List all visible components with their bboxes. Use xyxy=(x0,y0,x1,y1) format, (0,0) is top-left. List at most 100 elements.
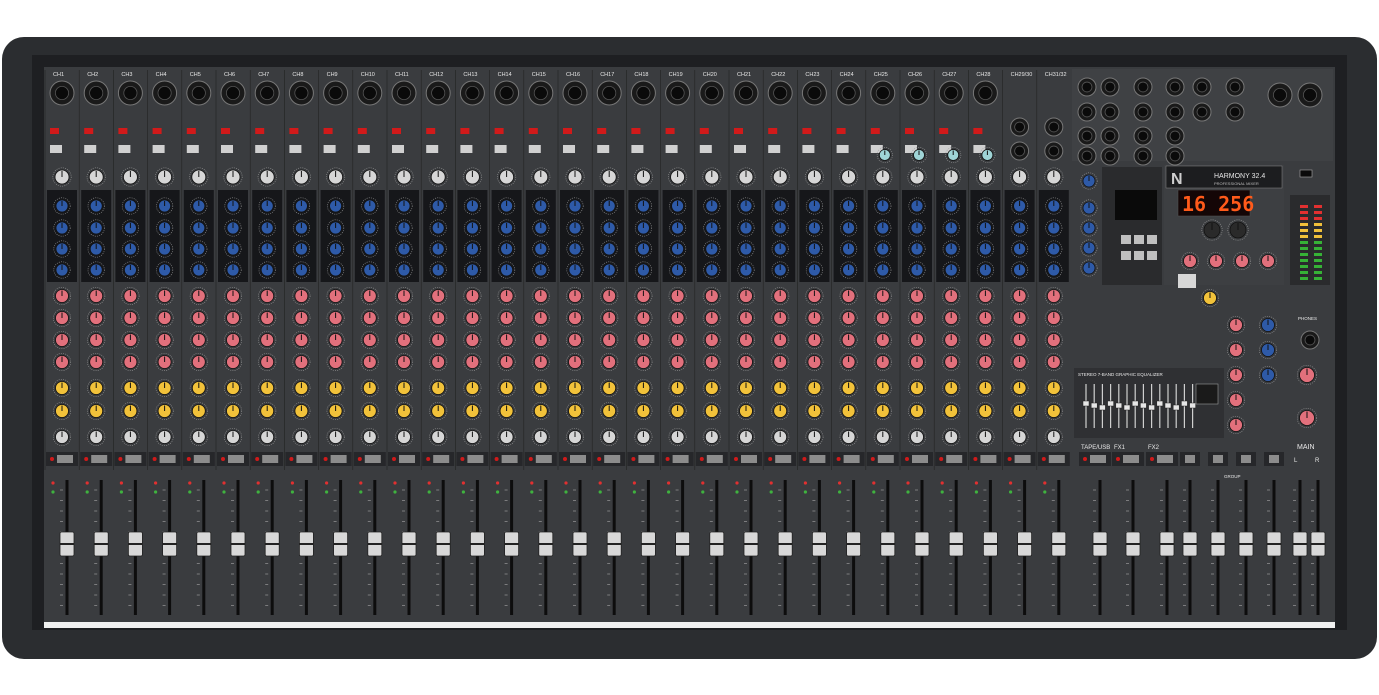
geq-slider[interactable] xyxy=(1148,404,1155,411)
io-jack[interactable] xyxy=(1165,77,1185,97)
mute-button[interactable] xyxy=(1048,455,1065,463)
io-jack[interactable] xyxy=(1225,77,1245,97)
geq-slider[interactable] xyxy=(1156,400,1164,407)
mute-button[interactable] xyxy=(912,455,928,463)
group-assign-button[interactable] xyxy=(1185,455,1195,463)
xlr-combo-input-jack[interactable] xyxy=(904,80,930,106)
mute-button[interactable] xyxy=(330,455,347,463)
mute-button[interactable] xyxy=(843,455,860,463)
xlr-combo-input-jack[interactable] xyxy=(220,80,246,106)
xlr-combo-input-jack[interactable] xyxy=(459,80,485,106)
io-jack[interactable] xyxy=(1077,126,1097,146)
line-input-left-jack[interactable] xyxy=(1010,117,1030,137)
xlr-combo-input-jack[interactable] xyxy=(836,80,862,106)
geq-slider[interactable] xyxy=(1131,400,1139,407)
mute-button[interactable] xyxy=(980,455,997,463)
geq-slider[interactable] xyxy=(1140,402,1147,409)
hpf-switch[interactable] xyxy=(84,145,97,153)
mute-button[interactable] xyxy=(706,455,723,463)
hpf-switch[interactable] xyxy=(392,145,404,153)
mute-button[interactable] xyxy=(809,455,826,463)
geq-slider[interactable] xyxy=(1107,400,1114,407)
xlr-combo-input-jack[interactable] xyxy=(425,80,451,106)
hpf-switch[interactable] xyxy=(734,145,746,153)
mute-button[interactable] xyxy=(125,455,142,463)
xlr-combo-input-jack[interactable] xyxy=(186,80,212,106)
xlr-combo-input-jack[interactable] xyxy=(801,80,827,106)
hpf-switch[interactable] xyxy=(426,145,439,153)
xlr-combo-input-jack[interactable] xyxy=(152,80,178,106)
geq-slider[interactable] xyxy=(1189,402,1196,409)
xlr-output-right-jack[interactable] xyxy=(1297,82,1323,108)
mute-button[interactable] xyxy=(399,455,415,463)
io-jack[interactable] xyxy=(1133,102,1153,122)
mute-button[interactable] xyxy=(1123,455,1139,463)
mute-button[interactable] xyxy=(159,455,176,463)
xlr-combo-input-jack[interactable] xyxy=(562,80,588,106)
geq-bypass-button[interactable] xyxy=(1195,383,1219,405)
xlr-output-left-jack[interactable] xyxy=(1267,82,1293,108)
hpf-switch[interactable] xyxy=(768,145,781,153)
mute-button[interactable] xyxy=(877,455,894,463)
mute-button[interactable] xyxy=(570,455,586,463)
geq-slider[interactable] xyxy=(1181,400,1188,407)
xlr-combo-input-jack[interactable] xyxy=(83,80,109,106)
hpf-switch[interactable] xyxy=(665,145,678,153)
xlr-combo-input-jack[interactable] xyxy=(733,80,759,106)
xlr-combo-input-jack[interactable] xyxy=(288,80,314,106)
player-button[interactable] xyxy=(1147,235,1157,244)
hpf-switch[interactable] xyxy=(221,145,233,153)
geq-slider[interactable] xyxy=(1099,404,1106,411)
group-assign-button[interactable] xyxy=(1213,455,1223,463)
mute-button[interactable] xyxy=(672,455,689,463)
hpf-switch[interactable] xyxy=(186,145,199,153)
mute-button[interactable] xyxy=(501,455,518,463)
xlr-combo-input-jack[interactable] xyxy=(938,80,964,106)
xlr-combo-input-jack[interactable] xyxy=(117,80,143,106)
io-jack[interactable] xyxy=(1077,77,1097,97)
line-input-right-jack[interactable] xyxy=(1010,141,1030,161)
mute-button[interactable] xyxy=(57,455,73,463)
hpf-switch[interactable] xyxy=(631,145,644,153)
hpf-switch[interactable] xyxy=(460,145,473,153)
io-jack[interactable] xyxy=(1077,102,1097,122)
io-jack[interactable] xyxy=(1100,126,1120,146)
xlr-combo-input-jack[interactable] xyxy=(665,80,691,106)
player-button[interactable] xyxy=(1134,235,1144,244)
group-assign-button[interactable] xyxy=(1241,455,1251,463)
mute-button[interactable] xyxy=(775,455,792,463)
fx-footswitch-toggle[interactable] xyxy=(1178,274,1196,288)
hpf-switch[interactable] xyxy=(357,145,370,153)
io-jack[interactable] xyxy=(1225,102,1245,122)
mute-button[interactable] xyxy=(228,455,244,463)
mute-button[interactable] xyxy=(467,455,484,463)
player-button[interactable] xyxy=(1121,251,1131,260)
group-assign-button[interactable] xyxy=(1269,455,1279,463)
xlr-combo-input-jack[interactable] xyxy=(254,80,280,106)
xlr-combo-input-jack[interactable] xyxy=(870,80,896,106)
player-button[interactable] xyxy=(1134,251,1144,260)
xlr-combo-input-jack[interactable] xyxy=(323,80,349,106)
geq-slider[interactable] xyxy=(1164,402,1172,409)
hpf-switch[interactable] xyxy=(597,145,610,153)
geq-slider[interactable] xyxy=(1123,404,1131,411)
xlr-combo-input-jack[interactable] xyxy=(699,80,725,106)
xlr-combo-input-jack[interactable] xyxy=(767,80,793,106)
mute-button[interactable] xyxy=(604,455,621,463)
io-jack[interactable] xyxy=(1133,146,1153,166)
mute-button[interactable] xyxy=(1014,455,1031,463)
hpf-switch[interactable] xyxy=(802,145,815,153)
mute-button[interactable] xyxy=(433,455,450,463)
mute-button[interactable] xyxy=(741,455,757,463)
xlr-combo-input-jack[interactable] xyxy=(972,80,998,106)
mute-button[interactable] xyxy=(638,455,655,463)
io-jack[interactable] xyxy=(1077,146,1097,166)
hpf-switch[interactable] xyxy=(699,145,712,153)
player-button[interactable] xyxy=(1147,251,1157,260)
io-jack[interactable] xyxy=(1165,102,1185,122)
line-input-left-jack[interactable] xyxy=(1044,117,1064,137)
xlr-combo-input-jack[interactable] xyxy=(494,80,520,106)
mute-button[interactable] xyxy=(535,455,552,463)
io-jack[interactable] xyxy=(1133,77,1153,97)
io-jack[interactable] xyxy=(1133,126,1153,146)
